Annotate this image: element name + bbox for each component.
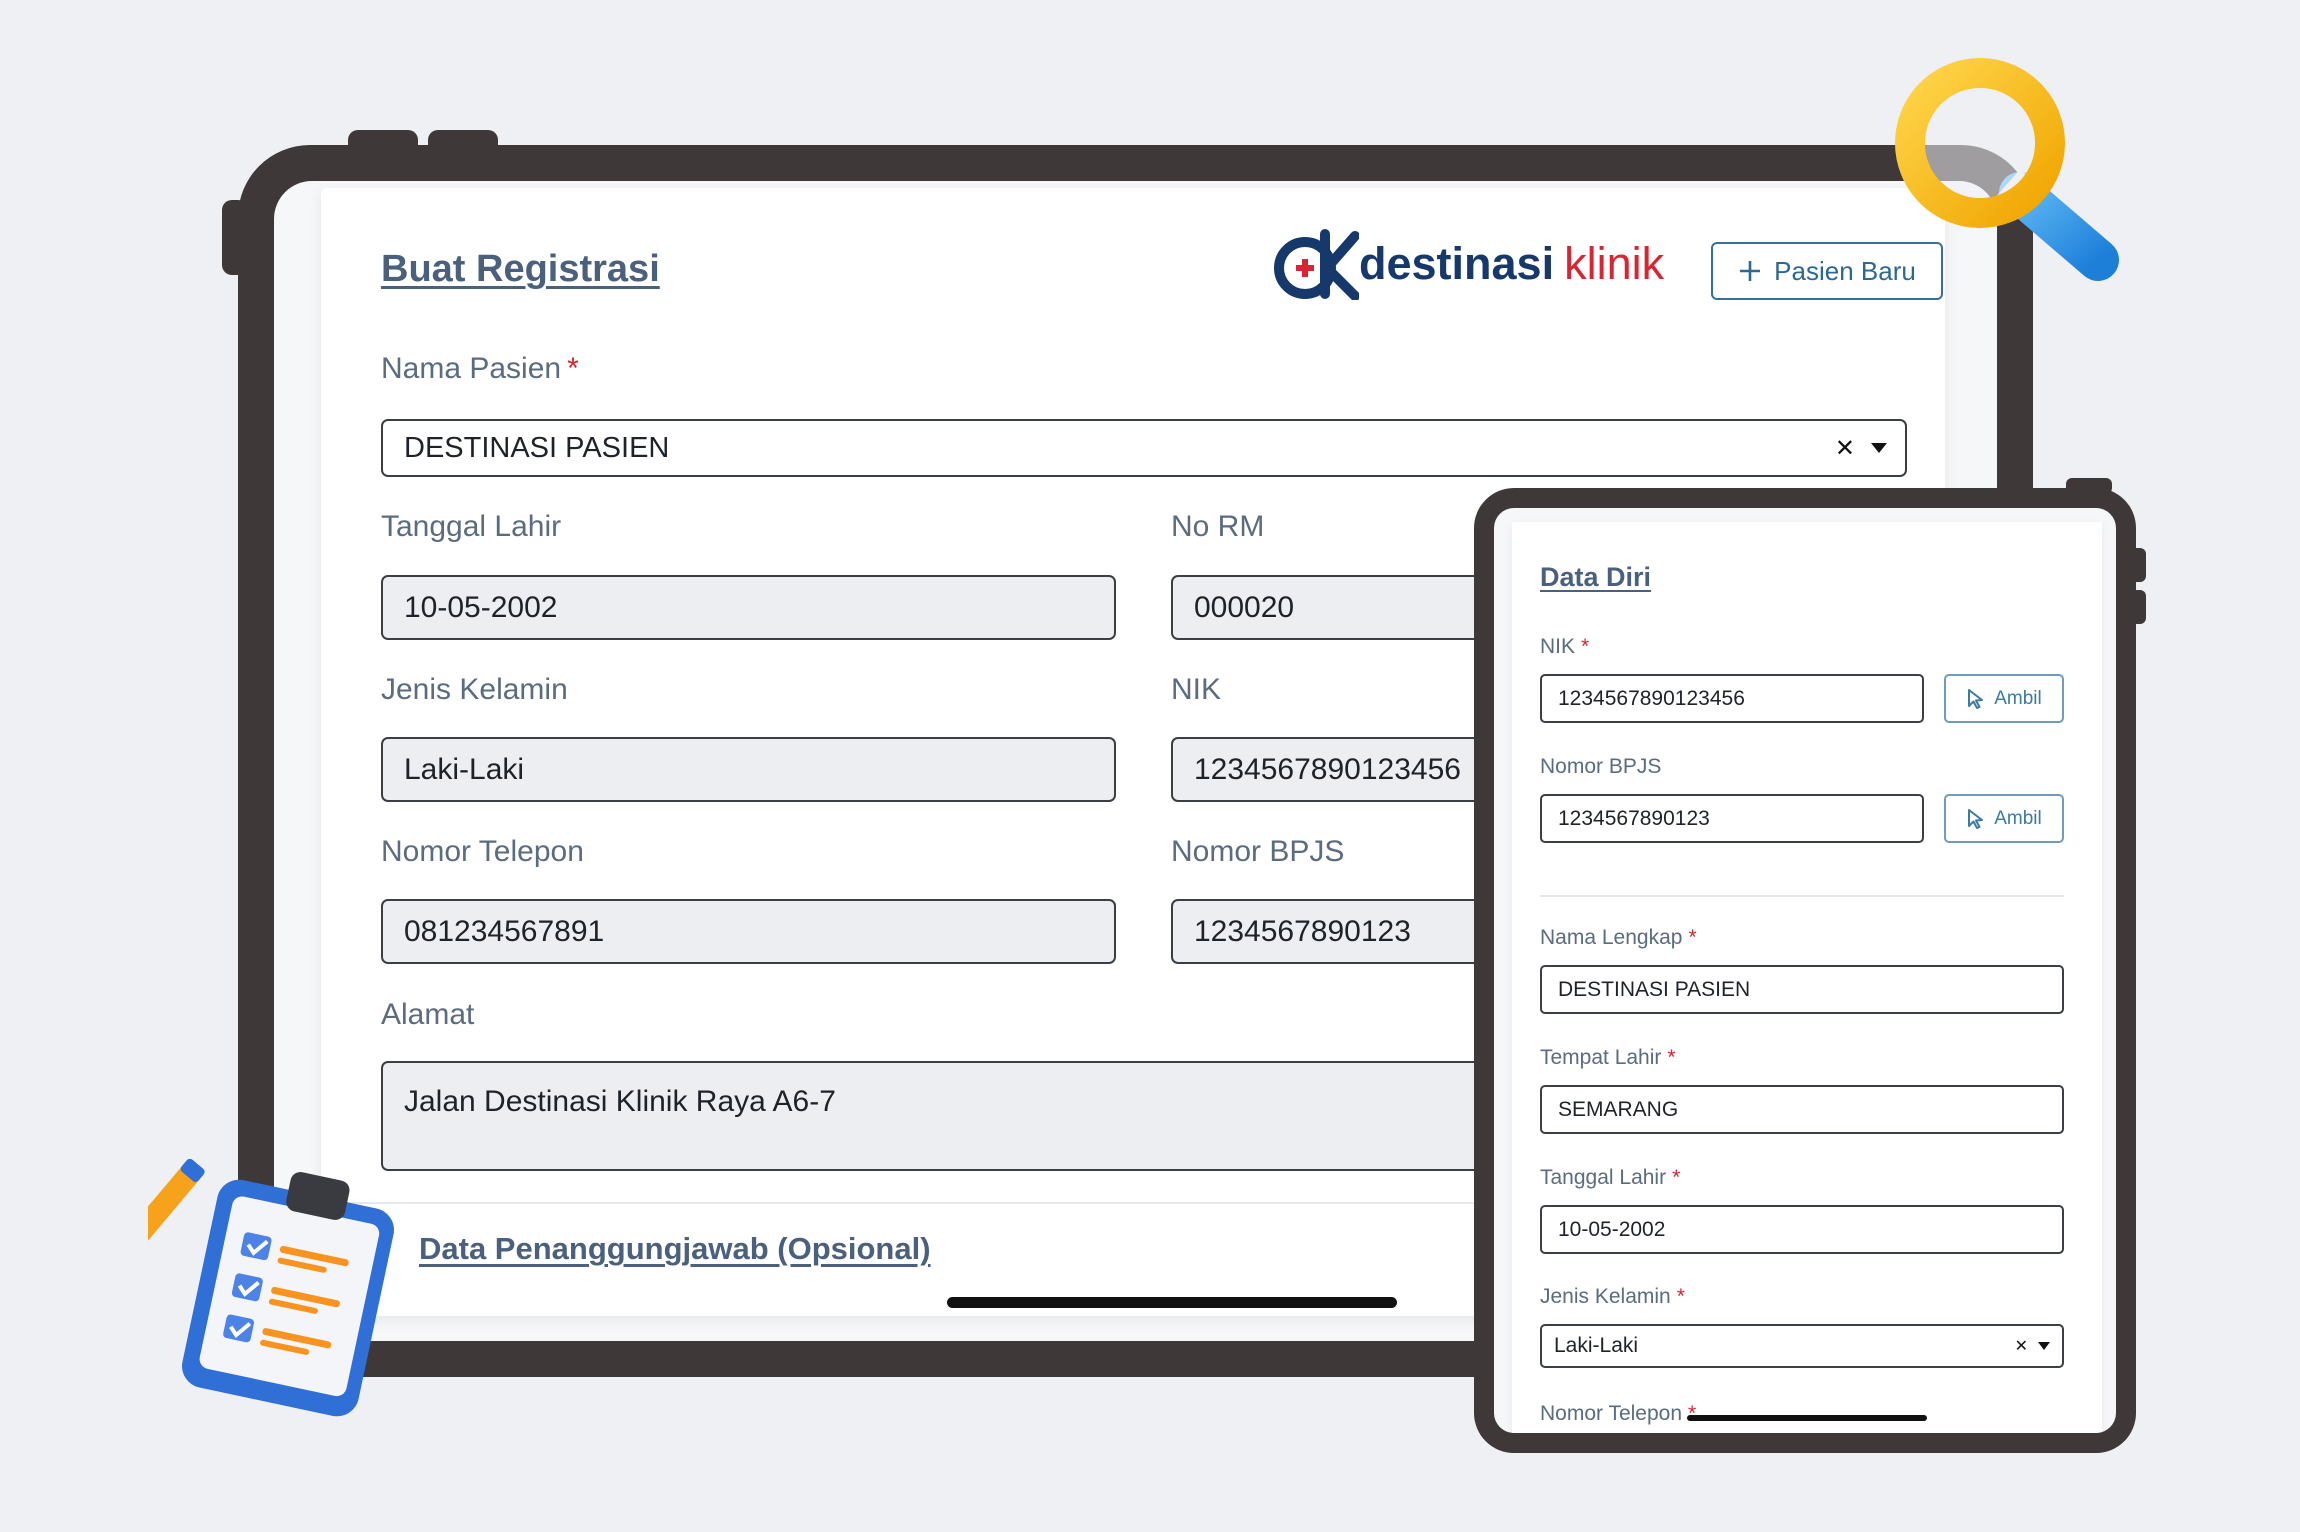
side-select-controls: ✕ [2015, 1326, 2050, 1366]
full-name-field[interactable]: DESTINASI PASIEN [1540, 965, 2064, 1014]
required-mark: * [567, 352, 579, 385]
tablet-screen-side: Data Diri NIK * 1234567890123456 Ambil No… [1494, 508, 2116, 1433]
side-nik-label: NIK * [1540, 635, 1589, 659]
side-birth-date-field[interactable]: 10-05-2002 [1540, 1205, 2064, 1254]
bpjs-label: Nomor BPJS [1171, 835, 1345, 868]
home-indicator [947, 1297, 1397, 1308]
tablet-button-side [222, 200, 248, 275]
address-label: Alamat [381, 998, 475, 1031]
required-mark: * [1581, 635, 1590, 658]
logo-mark-icon [1274, 229, 1359, 300]
cursor-icon [1968, 808, 1984, 829]
page-title[interactable]: Buat Registrasi [381, 248, 660, 291]
side-gender-value: Laki-Laki [1554, 1334, 1639, 1357]
patient-name-label-text: Nama Pasien [381, 352, 562, 385]
cursor-icon [1968, 688, 1984, 709]
phone-label: Nomor Telepon [381, 835, 584, 868]
birth-place-label: Tempat Lahir * [1540, 1046, 1676, 1070]
side-bpjs-label: Nomor BPJS [1540, 755, 1662, 778]
ambil-nik-button[interactable]: Ambil [1944, 674, 2064, 723]
required-mark: * [1688, 926, 1697, 949]
birth-place-label-text: Tempat Lahir [1540, 1046, 1662, 1069]
required-mark: * [1672, 1166, 1681, 1189]
close-icon[interactable]: ✕ [2015, 1336, 2028, 1356]
birth-place-field[interactable]: SEMARANG [1540, 1085, 2064, 1134]
ambil-nik-label: Ambil [1994, 687, 2042, 709]
tablet-frame-side: Data Diri NIK * 1234567890123456 Ambil No… [1474, 478, 2146, 1453]
side-gender-label-text: Jenis Kelamin [1540, 1285, 1671, 1308]
tablet-side-button-1 [2130, 548, 2146, 582]
chevron-down-icon[interactable] [2038, 1342, 2050, 1350]
logo-text-main: destinasi [1359, 238, 1555, 289]
ambil-bpjs-label: Ambil [1994, 807, 2042, 829]
side-phone-label-text: Nomor Telepon [1540, 1402, 1683, 1425]
select-controls: ✕ [1835, 421, 1887, 475]
side-birth-date-label-text: Tanggal Lahir [1540, 1166, 1667, 1189]
clipboard-checklist-icon [148, 1158, 394, 1417]
required-mark: * [1667, 1046, 1676, 1069]
side-gender-select[interactable]: Laki-Laki ✕ [1540, 1324, 2064, 1368]
home-indicator-small [1687, 1415, 1927, 1421]
personal-data-card: Data Diri NIK * 1234567890123456 Ambil No… [1512, 522, 2102, 1433]
side-nik-label-text: NIK [1540, 635, 1576, 658]
full-name-label: Nama Lengkap * [1540, 926, 1697, 950]
side-birth-date-label: Tanggal Lahir * [1540, 1166, 1680, 1190]
nik-label: NIK [1171, 673, 1222, 706]
required-mark: * [1688, 1402, 1697, 1425]
close-icon[interactable]: ✕ [1835, 434, 1855, 463]
patient-name-value: DESTINASI PASIEN [404, 431, 670, 464]
guarantor-section-link[interactable]: Data Penanggungjawab (Opsional) [419, 1231, 931, 1267]
side-gender-label: Jenis Kelamin * [1540, 1285, 1685, 1309]
phone-field[interactable]: 081234567891 [381, 899, 1116, 964]
side-divider [1540, 895, 2064, 897]
side-bpjs-field[interactable]: 1234567890123 [1540, 794, 1924, 843]
full-name-label-text: Nama Lengkap [1540, 926, 1683, 949]
medical-record-label: No RM [1171, 510, 1265, 543]
logo-text-accent: klinik [1564, 238, 1665, 289]
ambil-bpjs-button[interactable]: Ambil [1944, 794, 2064, 843]
brand-logo: destinasi klinik [1271, 228, 1664, 300]
magnifier-icon [1895, 58, 2119, 281]
required-mark: * [1676, 1285, 1685, 1308]
tablet-button-top-1 [348, 130, 418, 156]
gender-label: Jenis Kelamin [381, 673, 568, 706]
plus-icon [1740, 261, 1761, 281]
birth-date-label: Tanggal Lahir [381, 510, 562, 543]
tablet-side-button-2 [2130, 590, 2146, 624]
patient-name-select[interactable]: DESTINASI PASIEN ✕ [381, 419, 1907, 477]
tablet-button-top-2 [428, 130, 498, 156]
tablet-side-button-top [2066, 478, 2112, 494]
birth-date-field[interactable]: 10-05-2002 [381, 575, 1116, 640]
side-nik-field[interactable]: 1234567890123456 [1540, 674, 1924, 723]
side-phone-label: Nomor Telepon * [1540, 1402, 1696, 1426]
gender-field[interactable]: Laki-Laki [381, 737, 1116, 802]
patient-name-label: Nama Pasien * [381, 352, 579, 386]
personal-data-title[interactable]: Data Diri [1540, 562, 1651, 593]
chevron-down-icon[interactable] [1871, 443, 1887, 453]
